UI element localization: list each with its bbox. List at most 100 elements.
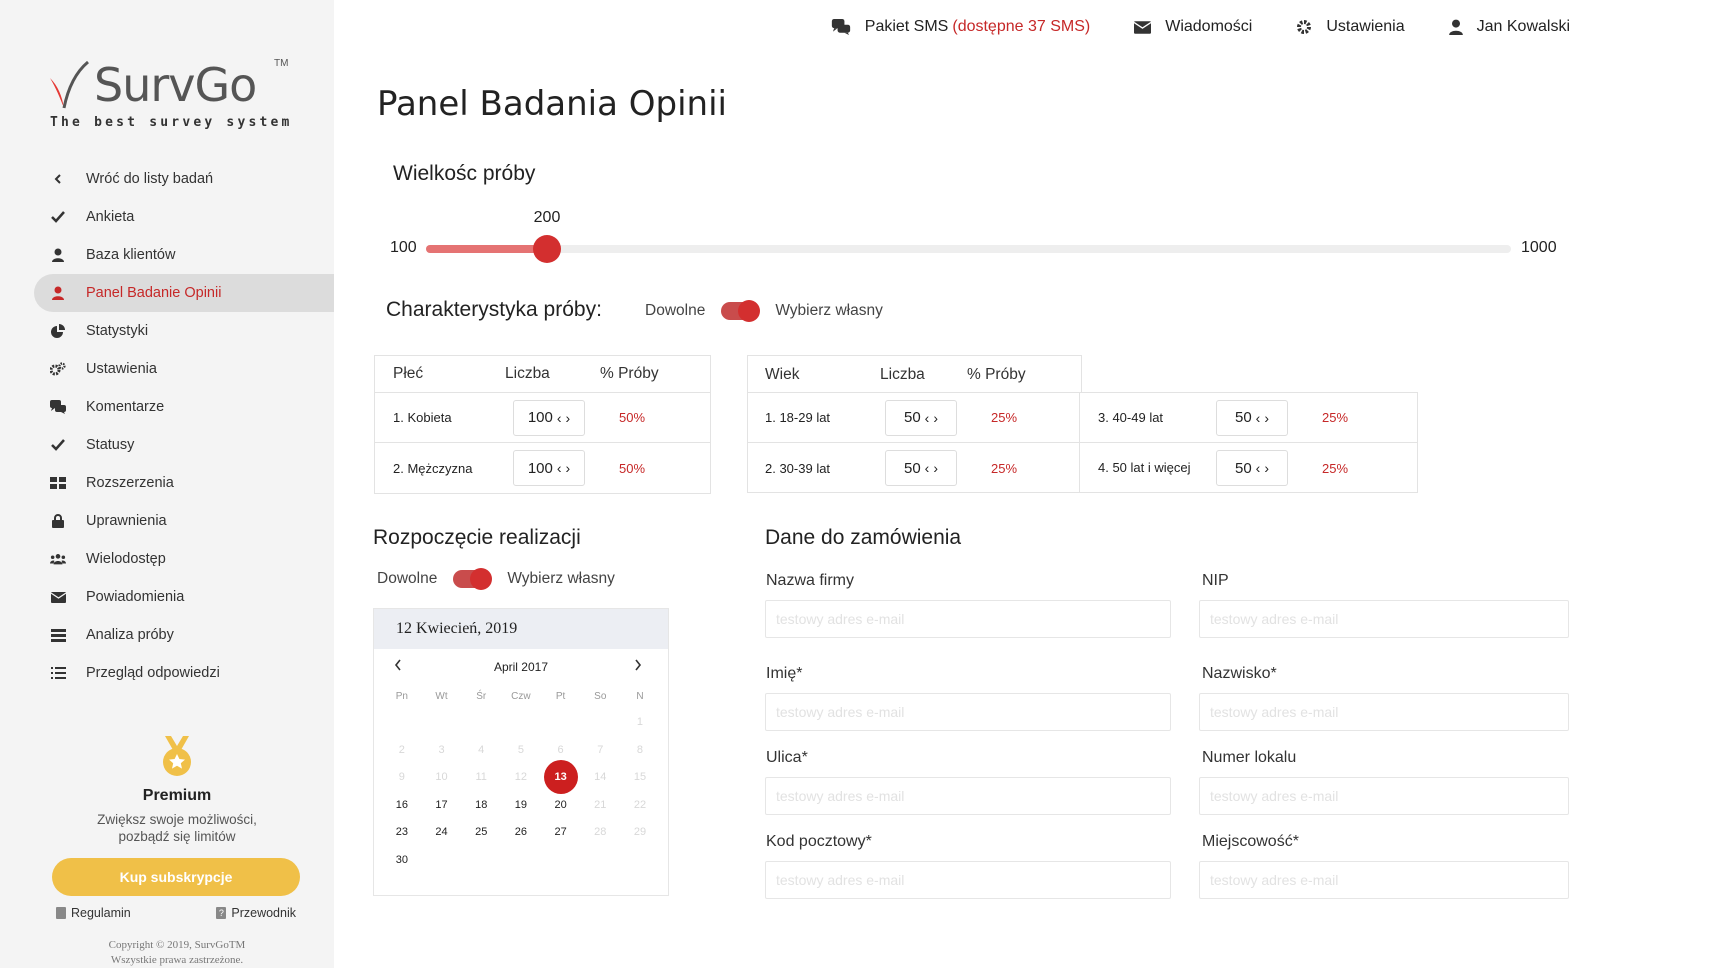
sidebar-item-ustawienia[interactable]: Ustawienia [0,350,334,388]
sidebar-item-analiza-proby[interactable]: Analiza próby [0,616,334,654]
chevron-right-icon[interactable]: › [566,460,571,476]
chevron-right-icon[interactable]: › [1264,410,1269,426]
postal-code-field[interactable] [765,861,1171,899]
calendar-day[interactable]: 25 [461,819,501,847]
table-row: 2. 30-39 lat 50 ‹ › 25% 4. 50 lat i więc… [748,443,1417,493]
lock-icon [50,513,66,529]
calendar-day: 15 [633,771,647,783]
chevron-left-icon [50,171,66,187]
chevron-right-icon[interactable]: › [566,410,571,426]
sidebar-item-uprawnienia[interactable]: Uprawnienia [0,502,334,540]
age-table-header: Wiek Liczba % Próby [748,356,1081,393]
buy-subscription-button[interactable]: Kup subskrypcje [52,858,300,896]
sidebar-item-powiadomienia[interactable]: Powiadomienia [0,578,334,616]
company-name-field[interactable] [765,600,1171,638]
chevron-left-icon[interactable]: ‹ [925,410,930,426]
sample-size-slider[interactable]: 200 [426,209,1511,263]
calendar-day[interactable]: 13 [541,760,581,794]
premium-description: Zwiększ swoje możliwości, pozbądź się li… [0,811,354,845]
sidebar-item-statusy[interactable]: Statusy [0,426,334,464]
logo[interactable]: SurvGo TM The best survey system [48,52,308,132]
settings-link[interactable]: Ustawienia [1296,18,1405,36]
chevron-left-icon[interactable]: ‹ [925,460,930,476]
quantity-stepper[interactable]: 100 ‹ › [513,450,585,486]
sidebar-item-baza-klientow[interactable]: Baza klientów [0,236,334,274]
calendar-day[interactable]: 18 [461,792,501,820]
first-name-field[interactable] [765,693,1171,731]
sidebar-item-wielodostep[interactable]: Wielodostęp [0,540,334,578]
terms-link-label: Regulamin [71,906,131,920]
chevron-right-icon[interactable]: › [933,410,938,426]
calendar-day[interactable]: 26 [501,819,541,847]
stepper-value: 50 [1234,409,1252,426]
document-icon [56,907,66,919]
weekday-label: Pt [555,691,566,702]
characteristics-toggle[interactable] [721,300,761,322]
quantity-stepper[interactable]: 100 ‹ › [513,399,585,436]
chevron-left-icon[interactable]: ‹ [557,460,562,476]
start-toggle-row: Dowolne Wybierz własny [377,568,615,590]
user-menu[interactable]: Jan Kowalski [1448,18,1570,36]
chevron-right-icon[interactable]: › [933,460,938,476]
chevron-right-icon[interactable] [634,659,642,674]
calendar-day[interactable]: 20 [541,792,581,820]
sidebar-item-komentarze[interactable]: Komentarze [0,388,334,426]
sidebar-item-back[interactable]: Wróć do listy badań [0,160,334,198]
quantity-stepper[interactable]: 50 ‹ › [885,450,957,486]
table-row: 1. Kobieta 100 ‹ › 50% [375,393,710,443]
sidebar-item-panel-badanie-opinii[interactable]: Panel Badanie Opinii [34,274,334,312]
calendar-day: 11 [475,771,487,783]
quantity-stepper[interactable]: 50 ‹ › [885,399,957,436]
selected-day-marker[interactable]: 13 [543,760,578,794]
terms-link[interactable]: Regulamin [56,906,131,920]
sidebar-item-statystyki[interactable]: Statystyki [0,312,334,350]
row-label: 1. 18-29 lat [765,410,831,425]
company-name-label: Nazwa firmy [766,572,855,589]
street-field[interactable] [765,777,1171,815]
calendar-blank [501,709,541,737]
start-option-custom[interactable]: Wybierz własny [507,570,615,588]
nip-field[interactable] [1199,600,1569,638]
calendar-day[interactable]: 19 [501,792,541,820]
sidebar-item-przeglad-odpowiedzi[interactable]: Przegląd odpowiedzi [0,654,334,692]
premium-title: Premium [142,787,212,804]
messages-link[interactable]: Wiadomości [1134,18,1252,36]
characteristics-option-any[interactable]: Dowolne [645,302,705,320]
start-option-any[interactable]: Dowolne [377,570,437,588]
start-title: Rozpoczęcie realizacji [373,526,581,549]
characteristics-option-custom[interactable]: Wybierz własny [775,302,883,320]
slider-thumb[interactable] [533,235,561,263]
calendar-day[interactable]: 23 [382,819,422,847]
sidebar-item-label: Powiadomienia [86,589,185,605]
calendar-day[interactable]: 30 [382,847,422,875]
sms-package-link[interactable]: Pakiet SMS (dostępne 37 SMS) [831,18,1090,36]
last-name-label: Nazwisko* [1202,665,1277,682]
last-name-field[interactable] [1199,693,1569,731]
city-field[interactable] [1199,861,1569,899]
selected-date[interactable]: 12 Kwiecień, 2019 [374,609,668,649]
calendar-day[interactable]: 16 [382,792,422,820]
stepper-value: 50 [903,459,921,477]
calendar-day[interactable]: 27 [541,819,581,847]
chevron-right-icon[interactable]: › [1264,460,1269,476]
calendar-day[interactable]: 17 [422,792,462,820]
chevron-left-icon[interactable] [394,659,402,674]
apartment-number-field[interactable] [1199,777,1569,815]
chevron-left-icon[interactable]: ‹ [1256,460,1261,476]
messages-label: Wiadomości [1165,18,1253,35]
calendar-day[interactable]: 24 [422,819,462,847]
quantity-stepper[interactable]: 50 ‹ › [1216,450,1288,486]
age-table: 1. 18-29 lat 50 ‹ › 25% 3. 40-49 lat 50 … [747,392,1418,493]
sidebar-item-ankieta[interactable]: Ankieta [0,198,334,236]
stepper-value: 100 [527,409,553,426]
chevron-left-icon[interactable]: ‹ [557,410,562,426]
start-toggle[interactable] [453,568,493,590]
chevron-left-icon[interactable]: ‹ [1256,410,1261,426]
stepper-value: 50 [903,409,921,426]
calendar-grid: Pn Wt Śr Czw Pt So N 1 2 3 4 5 6 7 8 9 10 11 12 13 14… [374,685,668,874]
sms-package-label: Pakiet SMS [864,18,949,35]
sidebar-item-rozszerzenia[interactable]: Rozszerzenia [0,464,334,502]
guide-link[interactable]: ? Przewodnik [216,906,296,920]
quantity-stepper[interactable]: 50 ‹ › [1216,399,1288,436]
sidebar-item-label: Ustawienia [86,361,157,377]
